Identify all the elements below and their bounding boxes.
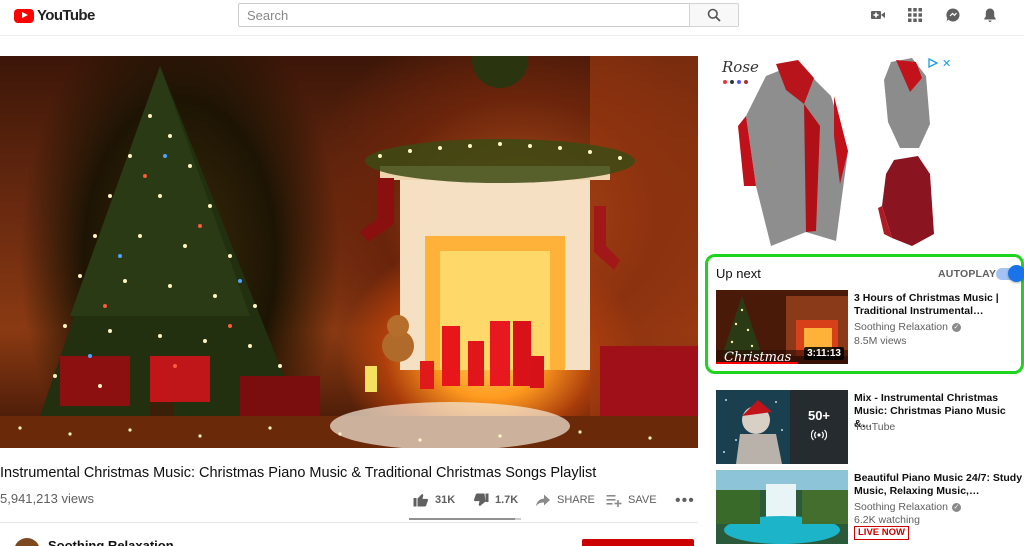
live-now-badge: LIVE NOW	[854, 526, 909, 540]
notifications-bell-icon[interactable]	[982, 7, 998, 23]
recommendation-views: 8.5M views	[854, 335, 907, 347]
verified-check-icon: ✓	[951, 322, 961, 332]
video-frame-christmas-scene	[0, 56, 698, 448]
mix-overlay: 50+	[790, 390, 848, 464]
dislike-count: 1.7K	[495, 494, 519, 506]
subscribe-button[interactable]	[582, 539, 694, 546]
video-duration: 3:11:13	[804, 347, 844, 360]
create-video-icon[interactable]	[870, 7, 886, 23]
dislike-button[interactable]: 1.7K	[473, 493, 518, 507]
channel-row: Soothing Relaxation	[0, 534, 698, 546]
divider	[0, 522, 698, 523]
autoplay-label: AUTOPLAY	[938, 268, 997, 280]
save-label: SAVE	[628, 494, 657, 506]
channel-name: YouTube	[854, 421, 896, 433]
video-player[interactable]	[0, 56, 698, 448]
video-title: Instrumental Christmas Music: Christmas …	[0, 465, 597, 481]
video-thumbnail[interactable]	[716, 470, 848, 544]
autoplay-toggle-knob[interactable]	[1008, 265, 1024, 282]
channel-name[interactable]: Soothing Relaxation	[48, 538, 174, 546]
channel-name: Soothing Relaxation	[854, 321, 948, 333]
video-thumbnail[interactable]: Christmas 3:11:13	[716, 290, 848, 364]
channel-name: Soothing Relaxation	[854, 501, 948, 513]
thumbnail-caption: Christmas	[724, 350, 792, 364]
more-actions-icon[interactable]: •••	[675, 492, 695, 510]
recommendation-title[interactable]: 3 Hours of Christmas Music | Traditional…	[854, 292, 1024, 318]
waterfall-thumbnail	[716, 470, 848, 544]
thumbs-up-icon	[413, 494, 429, 507]
thumbs-down-icon	[473, 493, 489, 506]
youtube-play-icon	[14, 8, 34, 23]
recommendation-channel[interactable]: Soothing Relaxation ✓	[854, 501, 961, 513]
recommendation-card[interactable]: Beautiful Piano Music 24/7: Study Music,…	[716, 470, 1024, 546]
sidebar-ad[interactable]: Rose ✕	[716, 56, 952, 252]
share-icon	[536, 494, 550, 507]
live-viewer-count: 6.2K watching	[854, 514, 920, 526]
recommendation-channel[interactable]: Soothing Relaxation ✓	[854, 321, 961, 333]
like-ratio-fill	[409, 518, 516, 520]
recommendation-channel[interactable]: YouTube	[854, 421, 895, 433]
save-button[interactable]: SAVE	[606, 493, 657, 507]
masthead: YouTube	[0, 0, 1024, 36]
search-button[interactable]	[689, 3, 739, 27]
recommendation-title[interactable]: Beautiful Piano Music 24/7: Study Music,…	[854, 472, 1024, 498]
share-label: SHARE	[557, 494, 595, 506]
youtube-logo[interactable]: YouTube	[14, 7, 95, 24]
like-button[interactable]: 31K	[413, 493, 455, 507]
mix-count: 50+	[807, 408, 831, 423]
like-count: 31K	[435, 494, 456, 506]
search-input[interactable]	[238, 3, 690, 27]
search-icon	[707, 8, 721, 22]
up-next-label: Up next	[716, 266, 761, 281]
channel-avatar[interactable]	[14, 538, 40, 546]
recommendation-card[interactable]: 50+ Mix - Instrumental Christmas Music: …	[716, 390, 1024, 466]
view-count: 5,941,213 views	[0, 491, 94, 506]
verified-check-icon: ✓	[951, 502, 961, 512]
add-to-playlist-icon	[606, 495, 622, 507]
like-dislike-ratio-bar	[409, 518, 521, 520]
recommendation-card[interactable]: Christmas 3:11:13 3 Hours of Christmas M…	[716, 290, 1024, 366]
mix-radio-icon	[810, 429, 828, 441]
messages-icon[interactable]	[945, 7, 961, 23]
video-thumbnail[interactable]: 50+	[716, 390, 848, 464]
ad-product-image	[723, 58, 934, 246]
logo-text: YouTube	[37, 7, 95, 24]
apps-grid-icon[interactable]	[907, 7, 923, 23]
share-button[interactable]: SHARE	[535, 493, 595, 507]
